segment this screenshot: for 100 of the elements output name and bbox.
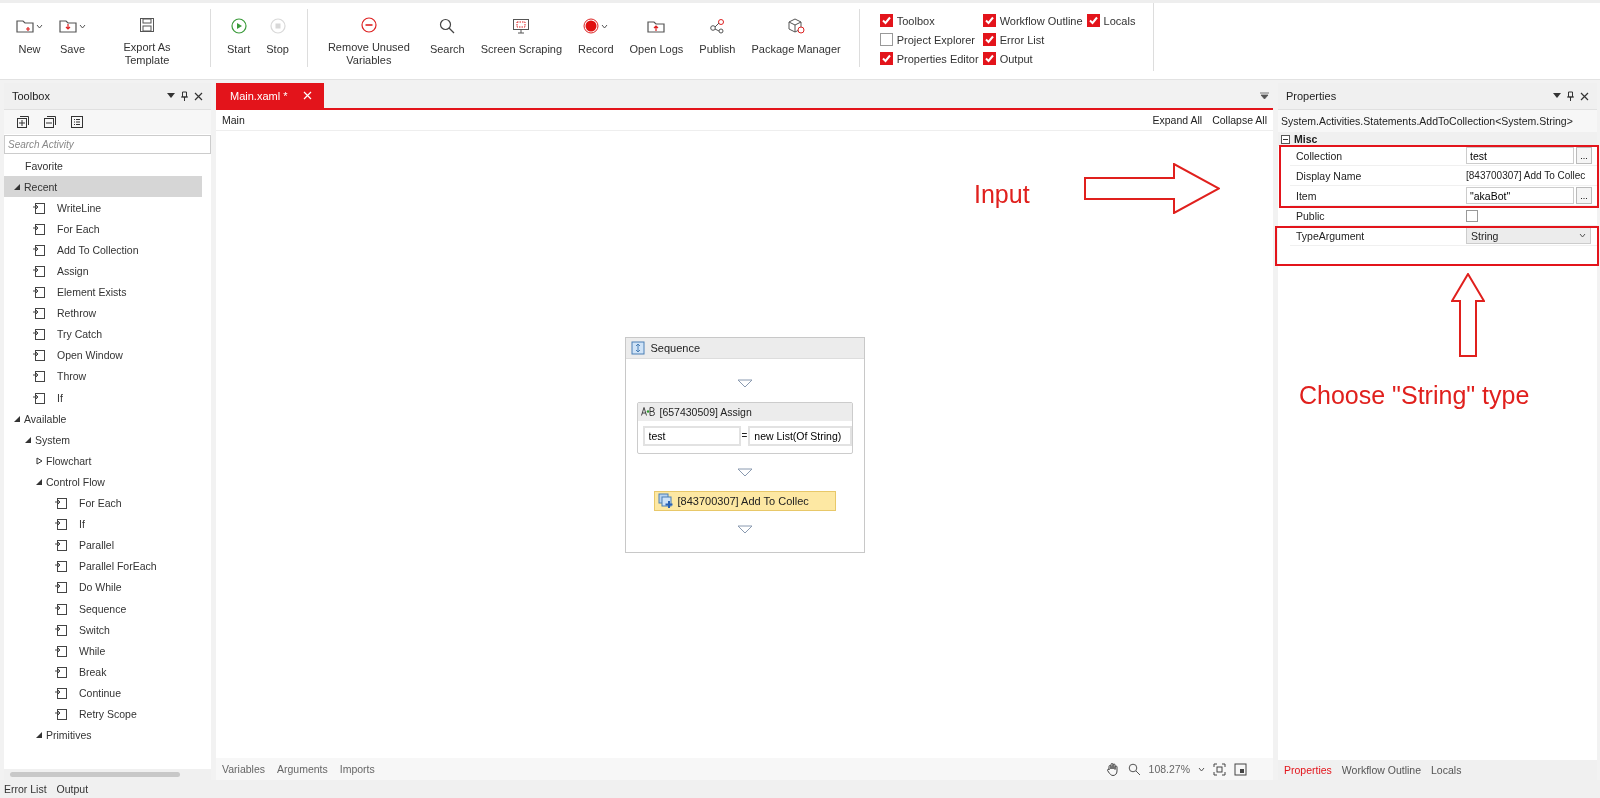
collapse-icon[interactable] — [1281, 134, 1290, 144]
checkbox[interactable] — [982, 14, 996, 27]
toolbar-button[interactable]: Search — [421, 15, 473, 67]
tree-item[interactable]: Element Exists — [4, 281, 202, 303]
expand-all-icon[interactable] — [16, 115, 30, 129]
overview-icon[interactable] — [1234, 762, 1247, 776]
expander-icon[interactable] — [13, 182, 21, 191]
checkbox-label[interactable]: Error List — [999, 33, 1045, 46]
tree-item[interactable]: WriteLine — [4, 197, 202, 219]
tree-item[interactable]: Recent — [4, 176, 202, 198]
toolbar-button[interactable]: Remove Unused Variables — [315, 15, 422, 67]
tree-item[interactable]: Sequence — [4, 597, 202, 620]
property-field[interactable]: test — [1466, 147, 1574, 164]
checkbox-label[interactable]: Workflow Outline — [999, 14, 1083, 27]
designer-link[interactable]: Expand All — [1152, 114, 1203, 126]
panel-tab[interactable]: Properties — [1284, 764, 1332, 776]
checkbox[interactable] — [879, 33, 893, 46]
property-field[interactable]: "akaBot" — [1466, 187, 1574, 204]
tree-item[interactable]: Rethrow — [4, 302, 202, 324]
assign-activity[interactable]: [657430509] Assign test = new List(Of String) — [636, 401, 853, 454]
expander-icon[interactable] — [24, 435, 32, 444]
collapse-all-icon[interactable] — [43, 115, 57, 129]
panel-tab[interactable]: Error List — [4, 783, 47, 795]
checkbox-label[interactable]: Locals — [1103, 14, 1136, 27]
tree-item[interactable]: Continue — [4, 682, 202, 704]
caret-icon[interactable] — [1198, 766, 1205, 772]
search-field[interactable]: Search Activity — [4, 135, 211, 154]
panel-tab[interactable]: Output — [56, 783, 89, 795]
designer-tab[interactable]: Arguments — [277, 763, 328, 775]
document-tab[interactable]: Main.xaml * — [216, 83, 325, 108]
designer-link[interactable]: Collapse All — [1212, 114, 1267, 126]
tree-item[interactable]: For Each — [4, 218, 202, 240]
property-value[interactable]: [843700307] Add To Collec — [1466, 170, 1586, 181]
list-icon[interactable] — [70, 115, 84, 129]
ellipsis-button[interactable]: ... — [1576, 147, 1592, 164]
input-field[interactable]: new List(Of String) — [748, 425, 853, 446]
toolbar-button[interactable]: Start — [219, 15, 259, 67]
toolbar-button[interactable]: Export As Template — [94, 15, 200, 67]
checkbox-label[interactable]: Toolbox — [896, 14, 935, 27]
close-icon[interactable] — [1580, 91, 1589, 101]
tree-item[interactable]: Available — [4, 408, 202, 430]
hand-icon[interactable] — [1105, 762, 1120, 776]
tree-item[interactable]: While — [4, 640, 202, 662]
checkbox-label[interactable]: Output — [999, 52, 1033, 65]
checkbox[interactable] — [982, 33, 996, 46]
input-field[interactable]: test — [642, 425, 741, 446]
checkbox[interactable] — [1086, 14, 1100, 27]
tree-item[interactable]: For Each — [4, 492, 202, 514]
tree-item[interactable]: If — [4, 513, 202, 535]
tree-item[interactable]: Retry Scope — [4, 703, 202, 725]
toolbar-button[interactable]: Save — [51, 15, 94, 67]
toolbar-button[interactable]: New — [8, 15, 51, 67]
tree-item[interactable]: Switch — [4, 619, 202, 641]
panel-tab[interactable]: Locals — [1431, 764, 1462, 776]
tree-item[interactable]: Primitives — [4, 724, 202, 746]
toolbar-button[interactable]: Publish — [691, 15, 744, 67]
expander-icon[interactable] — [35, 456, 43, 465]
toolbar-button[interactable]: Package Manager — [743, 15, 849, 67]
checkbox[interactable] — [1466, 209, 1478, 222]
tree-item[interactable]: Break — [4, 661, 202, 683]
toolbar-button[interactable]: Open Logs — [621, 15, 692, 67]
dropdown-icon[interactable] — [1553, 93, 1561, 99]
dropdown-icon[interactable] — [167, 93, 175, 99]
toolbar-button[interactable]: Screen Scraping — [472, 15, 571, 67]
tree-item[interactable]: Open Window — [4, 344, 202, 366]
checkbox[interactable] — [879, 14, 893, 27]
expander-icon[interactable] — [13, 414, 21, 423]
checkbox-label[interactable]: Properties Editor — [896, 52, 979, 65]
toolbar-button[interactable]: Record — [570, 15, 622, 67]
breadcrumb[interactable]: Main — [222, 114, 245, 126]
designer-tab[interactable]: Variables — [222, 763, 265, 775]
pin-icon[interactable] — [181, 91, 188, 101]
checkbox[interactable] — [879, 52, 893, 65]
expander-icon[interactable] — [35, 477, 43, 486]
tree-item[interactable]: If — [4, 387, 202, 409]
checkbox-label[interactable]: Project Explorer — [896, 33, 975, 46]
fit-screen-icon[interactable] — [1213, 762, 1226, 776]
panel-tab[interactable]: Workflow Outline — [1341, 764, 1422, 776]
expander-icon[interactable] — [35, 731, 43, 740]
tree-item[interactable]: Parallel — [4, 534, 202, 556]
tab-menu-icon[interactable] — [1260, 91, 1269, 100]
add-to-collection-activity[interactable]: [843700307] Add To Collec — [653, 490, 836, 511]
tree-item[interactable]: Favorite — [4, 155, 202, 177]
pin-icon[interactable] — [1567, 91, 1574, 101]
tree-item[interactable]: Do While — [4, 576, 202, 598]
tree-item[interactable]: Throw — [4, 365, 202, 388]
tree-item[interactable]: Flowchart — [4, 450, 202, 472]
tree-item[interactable]: System — [4, 429, 202, 451]
sequence-activity[interactable]: Sequence [657430509] Assign test = new List(Of String) [843700307] Add To Collec — [624, 336, 865, 553]
tree-item[interactable]: Assign — [4, 260, 202, 282]
tree-item[interactable]: Try Catch — [4, 323, 202, 345]
tree-item[interactable]: Parallel ForEach — [4, 555, 202, 577]
zoom-level[interactable]: 108.27% — [1148, 763, 1190, 775]
designer-tab[interactable]: Imports — [339, 763, 375, 775]
zoom-icon[interactable] — [1127, 762, 1141, 776]
close-icon[interactable] — [194, 91, 203, 101]
tree-item[interactable]: Control Flow — [4, 471, 202, 493]
ellipsis-button[interactable]: ... — [1576, 187, 1592, 204]
tree-item[interactable]: Add To Collection — [4, 239, 202, 261]
checkbox[interactable] — [982, 52, 996, 65]
